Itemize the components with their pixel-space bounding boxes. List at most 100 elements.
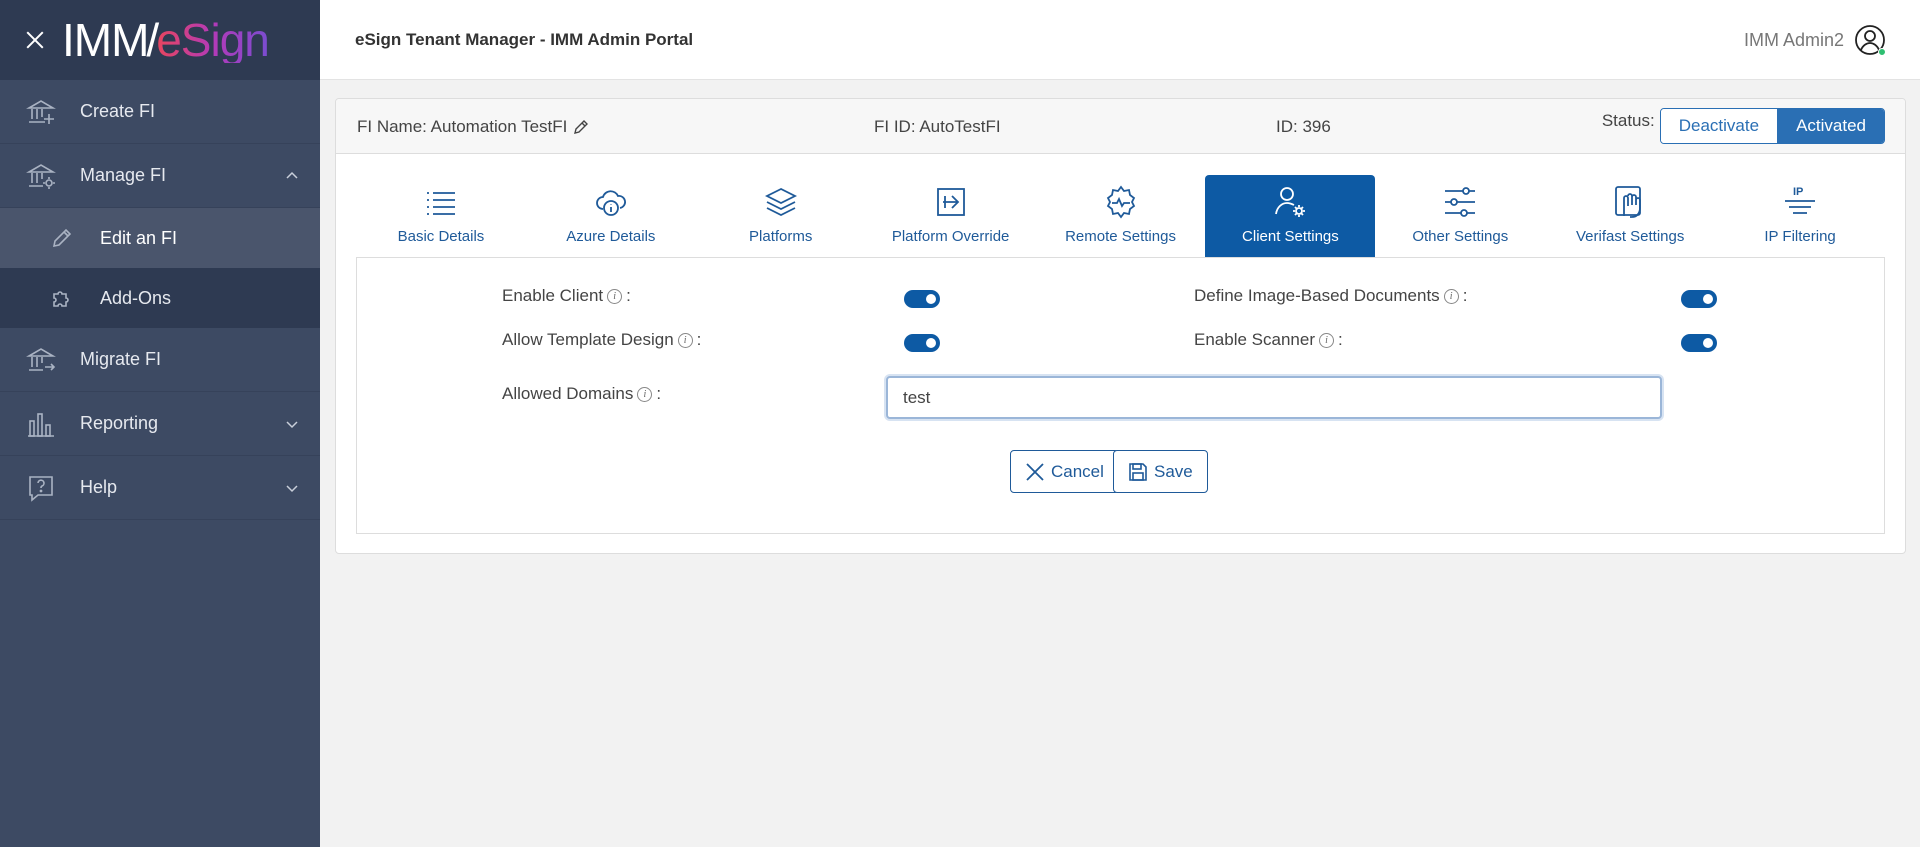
label-colon: :: [656, 384, 662, 403]
cancel-button[interactable]: Cancel: [1010, 450, 1119, 493]
tab-label: Other Settings: [1412, 228, 1509, 245]
label-text: Allow Template Design: [502, 330, 674, 349]
fi-id: FI ID: AutoTestFI: [874, 117, 1001, 136]
enable-scanner-toggle[interactable]: [1681, 334, 1717, 352]
sidebar-item-label: Help: [80, 477, 118, 497]
info-icon[interactable]: i: [637, 386, 653, 402]
sidebar: IMM / eSign Create FI Manage FI Edit an FI…: [0, 0, 320, 847]
gear-pulse-icon: [1103, 184, 1139, 220]
label-colon: :: [1462, 286, 1468, 305]
label-colon: :: [1337, 330, 1343, 349]
sidebar-item-create-fi[interactable]: Create FI: [0, 80, 320, 144]
tab-basic-details[interactable]: Basic Details: [356, 175, 526, 257]
hand-icon: [1612, 184, 1648, 220]
status-label: Status:: [1601, 111, 1655, 130]
fi-name-text: FI Name: Automation TestFI: [357, 117, 568, 136]
enable-client-label: Enable Client i :: [502, 286, 631, 306]
save-button[interactable]: Save: [1113, 450, 1208, 493]
sidebar-item-help[interactable]: Help: [0, 456, 320, 520]
help-icon: [26, 473, 56, 503]
status-toggle-group: Deactivate Activated: [1659, 108, 1885, 144]
logo-esign: eSign: [156, 14, 270, 66]
tab-ip-filtering[interactable]: IP IP Filtering: [1715, 175, 1885, 257]
define-image-docs-label: Define Image-Based Documents i :: [1194, 286, 1467, 306]
tab-platforms[interactable]: Platforms: [696, 175, 866, 257]
label-text: Allowed Domains: [502, 384, 634, 403]
tab-client-settings[interactable]: Client Settings: [1205, 175, 1376, 257]
tab-label: Client Settings: [1242, 228, 1339, 245]
enable-client-toggle[interactable]: [904, 290, 940, 308]
chevron-down-icon[interactable]: [286, 418, 298, 430]
close-icon: [1025, 462, 1045, 482]
define-image-docs-toggle[interactable]: [1681, 290, 1717, 308]
tab-azure-details[interactable]: Azure Details: [526, 175, 696, 257]
sidebar-item-reporting[interactable]: Reporting: [0, 392, 320, 456]
sidebar-item-label: Add-Ons: [100, 287, 172, 308]
label-text: Enable Client: [502, 286, 604, 305]
label-text: Enable Scanner: [1194, 330, 1315, 349]
info-icon[interactable]: i: [1318, 332, 1334, 348]
arrow-box-icon: [933, 184, 969, 220]
info-icon[interactable]: i: [1443, 288, 1459, 304]
page-title: eSign Tenant Manager - IMM Admin Portal: [355, 30, 694, 49]
tab-label: Basic Details: [397, 228, 485, 245]
sidebar-item-edit-fi[interactable]: Edit an FI: [0, 208, 320, 268]
status-control: Status: Deactivate Activated: [1602, 108, 1885, 144]
bank-arrow-icon: [26, 345, 56, 375]
sidebar-item-label: Edit an FI: [100, 227, 178, 248]
label-colon: :: [696, 330, 702, 349]
sidebar-item-manage-fi[interactable]: Manage FI: [0, 144, 320, 208]
sidebar-item-label: Manage FI: [80, 165, 167, 185]
info-icon[interactable]: i: [677, 332, 693, 348]
client-settings-panel: Enable Client i : Define Image-Based Doc…: [356, 257, 1885, 534]
floppy-disk-icon: [1128, 462, 1148, 482]
pencil-icon: [48, 224, 76, 252]
tab-label: Platform Override: [891, 228, 1010, 245]
fi-numeric-id: ID: 396: [1276, 117, 1331, 136]
edit-pencil-icon[interactable]: [572, 118, 590, 136]
fi-info-bar: FI Name: Automation TestFI FI ID: AutoTe…: [336, 99, 1905, 154]
tab-verifast-settings[interactable]: Verifast Settings: [1545, 175, 1715, 257]
online-status-dot: [1878, 48, 1886, 56]
puzzle-icon: [48, 284, 76, 312]
chevron-down-icon[interactable]: [286, 482, 298, 494]
close-icon[interactable]: [22, 27, 48, 53]
chevron-up-icon[interactable]: [286, 170, 298, 182]
layers-icon: [763, 184, 799, 220]
sidebar-item-label: Create FI: [80, 101, 156, 121]
settings-tabs: Basic Details Azure Details Platforms Pl…: [356, 175, 1885, 257]
fi-name: FI Name: Automation TestFI: [357, 117, 590, 137]
sidebar-item-migrate-fi[interactable]: Migrate FI: [0, 328, 320, 392]
allow-template-design-label: Allow Template Design i :: [502, 330, 701, 350]
tab-label: Platforms: [749, 228, 813, 245]
imm-esign-logo: IMM / eSign: [62, 14, 270, 66]
tab-platform-override[interactable]: Platform Override: [866, 175, 1036, 257]
bank-gear-icon: [26, 161, 56, 191]
tab-label: Azure Details: [566, 228, 656, 245]
deactivate-button[interactable]: Deactivate: [1660, 109, 1778, 143]
tab-label: Remote Settings: [1065, 228, 1176, 245]
tab-other-settings[interactable]: Other Settings: [1375, 175, 1545, 257]
tab-remote-settings[interactable]: Remote Settings: [1036, 175, 1206, 257]
allow-template-design-toggle[interactable]: [904, 334, 940, 352]
info-icon[interactable]: i: [607, 288, 623, 304]
user-avatar-icon[interactable]: [1854, 24, 1886, 56]
logo-bar: IMM / eSign: [0, 0, 320, 80]
bar-chart-icon: [26, 409, 56, 439]
list-icon: [423, 184, 459, 220]
user-menu[interactable]: IMM Admin2: [1744, 24, 1886, 56]
tab-label: IP Filtering: [1764, 228, 1836, 245]
save-label: Save: [1154, 461, 1193, 481]
top-header: eSign Tenant Manager - IMM Admin Portal …: [320, 0, 1920, 80]
sidebar-item-add-ons[interactable]: Add-Ons: [0, 268, 320, 328]
allowed-domains-input[interactable]: [886, 376, 1662, 419]
ip-filter-icon: IP: [1782, 184, 1818, 220]
cancel-label: Cancel: [1051, 461, 1104, 481]
user-gear-icon: [1272, 184, 1308, 220]
enable-scanner-label: Enable Scanner i :: [1194, 330, 1343, 350]
allowed-domains-label: Allowed Domains i :: [502, 384, 661, 404]
activated-button[interactable]: Activated: [1777, 109, 1884, 143]
label-text: Define Image-Based Documents: [1194, 286, 1440, 305]
bank-plus-icon: [26, 97, 56, 127]
sidebar-item-label: Reporting: [80, 413, 159, 433]
